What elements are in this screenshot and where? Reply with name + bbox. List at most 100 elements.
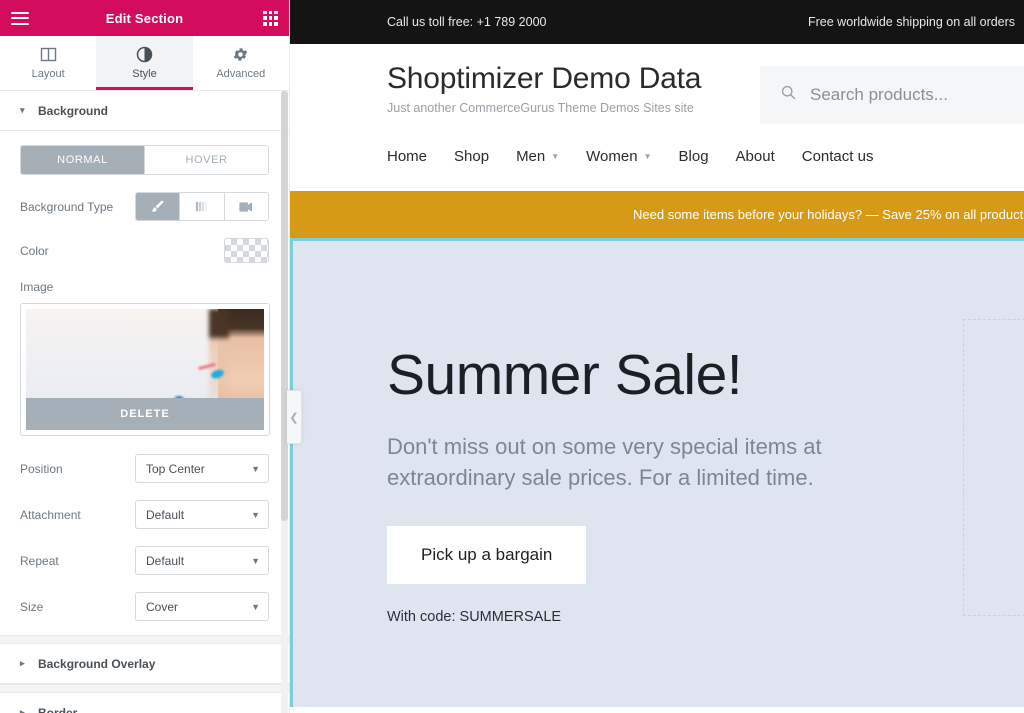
site-branding[interactable]: Shoptimizer Demo Data Just another Comme… <box>387 62 701 115</box>
topbar-shipping: Free worldwide shipping on all orders <box>808 15 1016 29</box>
hamburger-menu-icon[interactable] <box>11 11 29 25</box>
size-label: Size <box>20 599 44 614</box>
chevron-down-icon: ▼ <box>251 601 260 612</box>
main-navigation: Home Shop Men ▼ Women ▼ Blog About Contact… <box>387 148 873 165</box>
nav-item-home[interactable]: Home <box>387 148 427 165</box>
tab-style[interactable]: Style <box>96 36 193 90</box>
repeat-select[interactable]: Default ▼ <box>135 546 269 575</box>
panel-controls-scroll[interactable]: ▾ Background NORMAL HOVER Background Typ… <box>0 91 289 713</box>
nav-item-shop-label: Shop <box>454 148 490 165</box>
search-placeholder: Search products... <box>810 85 948 104</box>
search-magnifier-icon <box>780 84 797 106</box>
hero-subheading: Don't miss out on some very special item… <box>387 433 822 491</box>
nav-item-home-label: Home <box>387 148 428 165</box>
contrast-circle-icon <box>136 46 153 63</box>
hero-section[interactable]: Summer Sale! Don't miss out on some very… <box>290 241 1024 707</box>
delete-image-button[interactable]: DELETE <box>26 398 264 430</box>
attachment-row: Attachment Default ▼ <box>20 500 269 529</box>
tab-advanced[interactable]: Advanced <box>193 36 289 90</box>
color-swatch-picker[interactable] <box>224 238 269 263</box>
elementor-panel: Edit Section Layout Style Advanced ▾ Bac… <box>0 0 290 713</box>
site-header: Shoptimizer Demo Data Just another Comme… <box>290 44 1024 191</box>
panel-collapse-handle[interactable]: ❮ <box>287 390 302 444</box>
image-thumbnail: DELETE <box>26 309 264 430</box>
position-value: Top Center <box>146 461 205 476</box>
section-border-label: Border <box>38 705 78 713</box>
grid-apps-icon[interactable] <box>263 10 278 26</box>
color-row: Color <box>20 238 269 263</box>
size-select[interactable]: Cover ▼ <box>135 592 269 621</box>
gear-icon <box>232 46 249 63</box>
state-tab-hover-label: HOVER <box>185 154 228 166</box>
image-preview-box[interactable]: DELETE <box>20 303 270 436</box>
nav-item-about[interactable]: About <box>736 148 775 165</box>
size-value: Cover <box>146 599 179 614</box>
section-highlight-left-border <box>290 241 293 707</box>
background-type-row: Background Type <box>20 192 269 221</box>
background-controls: NORMAL HOVER Background Type Color Image… <box>0 131 289 635</box>
image-label: Image <box>20 280 54 294</box>
caret-right-icon: ▸ <box>20 707 25 713</box>
attachment-select[interactable]: Default ▼ <box>135 500 269 529</box>
nav-item-men-label: Men <box>516 148 546 165</box>
panel-header: Edit Section <box>0 0 289 36</box>
hero-promo-code: With code: SUMMERSALE <box>387 609 562 626</box>
attachment-label: Attachment <box>20 507 81 522</box>
section-background-label: Background <box>38 103 109 118</box>
section-divider <box>0 635 289 644</box>
site-preview: Call us toll free: +1 789 2000 Free worl… <box>290 0 1024 713</box>
promo-banner-text: Need some items before your holidays? — … <box>633 207 1024 222</box>
gradient-bars-icon[interactable] <box>180 193 225 220</box>
section-background-header[interactable]: ▾ Background <box>0 91 289 131</box>
state-tabs: NORMAL HOVER <box>20 145 269 175</box>
chevron-down-icon: ▼ <box>251 463 260 474</box>
editor-root: Edit Section Layout Style Advanced ▾ Bac… <box>0 0 1024 713</box>
nav-item-about-label: About <box>735 148 775 165</box>
chevron-down-icon: ▼ <box>643 152 652 161</box>
panel-title: Edit Section <box>105 10 184 26</box>
chevron-left-icon: ❮ <box>289 411 299 424</box>
repeat-label: Repeat <box>20 553 59 568</box>
site-title: Shoptimizer Demo Data <box>387 62 702 95</box>
nav-item-shop[interactable]: Shop <box>454 148 489 165</box>
tab-layout[interactable]: Layout <box>0 36 96 90</box>
tab-style-label: Style <box>132 68 157 80</box>
nav-item-blog[interactable]: Blog <box>679 148 709 165</box>
repeat-row: Repeat Default ▼ <box>20 546 269 575</box>
state-tab-normal[interactable]: NORMAL <box>21 146 145 174</box>
position-row: Position Top Center ▼ <box>20 454 269 483</box>
pick-up-a-bargain-button[interactable]: Pick up a bargain <box>387 526 587 585</box>
state-tab-hover[interactable]: HOVER <box>145 146 268 174</box>
tab-advanced-label: Advanced <box>216 68 266 80</box>
hero-content: Summer Sale! Don't miss out on some very… <box>387 343 907 626</box>
section-background-overlay-header[interactable]: ▸ Background Overlay <box>0 644 289 684</box>
caret-right-icon: ▸ <box>20 658 25 668</box>
nav-item-women[interactable]: Women ▼ <box>586 148 651 165</box>
paint-brush-icon[interactable] <box>136 193 181 220</box>
nav-item-contact-us-label: Contact us <box>801 148 874 165</box>
tab-layout-label: Layout <box>31 68 65 80</box>
section-border-header[interactable]: ▸ Border <box>0 693 289 713</box>
chevron-down-icon: ▼ <box>251 509 260 520</box>
announcement-topbar: Call us toll free: +1 789 2000 Free worl… <box>290 0 1024 44</box>
position-select[interactable]: Top Center ▼ <box>135 454 269 483</box>
nav-item-contact-us[interactable]: Contact us <box>802 148 874 165</box>
panel-tabs: Layout Style Advanced <box>0 36 289 91</box>
product-search-box[interactable]: Search products... <box>760 66 1024 124</box>
section-divider <box>0 684 289 693</box>
chevron-down-icon: ▼ <box>251 555 260 566</box>
panel-scrollbar-thumb[interactable] <box>281 91 288 521</box>
repeat-value: Default <box>146 553 185 568</box>
empty-column-placeholder[interactable] <box>963 319 1024 616</box>
color-label: Color <box>20 243 49 258</box>
promo-banner[interactable]: Need some items before your holidays? — … <box>290 191 1024 238</box>
caret-down-icon: ▾ <box>20 105 25 115</box>
background-type-options <box>135 192 269 221</box>
video-camera-icon[interactable] <box>224 193 268 220</box>
nav-item-men[interactable]: Men ▼ <box>516 148 559 165</box>
chevron-down-icon: ▼ <box>551 152 560 161</box>
position-label: Position <box>20 461 63 476</box>
site-tagline: Just another CommerceGurus Theme Demos S… <box>387 101 694 115</box>
hero-heading: Summer Sale! <box>387 343 743 407</box>
section-background-overlay-label: Background Overlay <box>38 656 156 671</box>
